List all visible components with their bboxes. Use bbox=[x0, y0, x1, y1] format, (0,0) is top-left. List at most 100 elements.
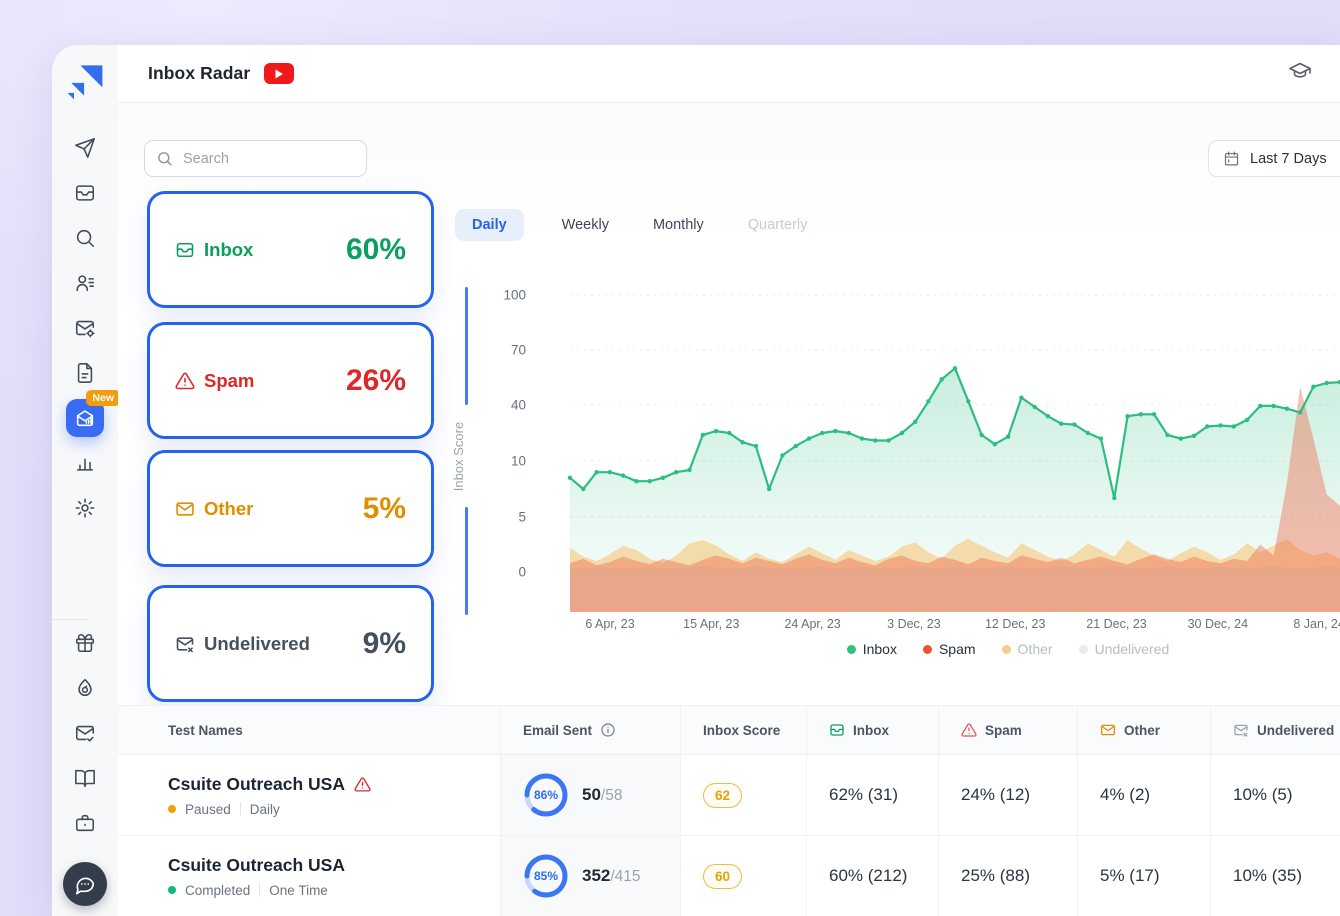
legend-dot bbox=[1079, 645, 1088, 654]
search-icon bbox=[74, 227, 96, 249]
svg-text:3 Dec, 23: 3 Dec, 23 bbox=[887, 617, 941, 631]
info-icon[interactable] bbox=[600, 722, 616, 738]
gift-icon bbox=[74, 632, 96, 654]
stat-card-value: 5% bbox=[363, 492, 406, 526]
sidebar-item-send[interactable] bbox=[52, 125, 118, 170]
svg-text:0: 0 bbox=[518, 565, 526, 580]
col-spam: Spam bbox=[938, 706, 1077, 754]
svg-text:6 Apr, 23: 6 Apr, 23 bbox=[585, 617, 634, 631]
search-input[interactable] bbox=[144, 140, 367, 177]
sidebar: New bbox=[52, 45, 118, 916]
col-email-sent: Email Sent bbox=[500, 706, 680, 754]
test-name-cell: Csuite Outreach USA CompletedOne Time bbox=[118, 836, 500, 916]
legend-spam[interactable]: Spam bbox=[923, 641, 976, 657]
page-title: Inbox Radar bbox=[148, 63, 250, 84]
test-name-cell: Csuite Outreach USA PausedDaily bbox=[118, 755, 500, 835]
legend-other[interactable]: Other bbox=[1002, 641, 1053, 657]
stat-card-spam[interactable]: Spam 26% bbox=[147, 322, 434, 439]
other-cell: 4% (2) bbox=[1077, 755, 1210, 835]
status-dot bbox=[168, 886, 176, 894]
main-area: Inbox Radar Last 7 Days Inbox 60% bbox=[118, 45, 1340, 916]
svg-text:10: 10 bbox=[511, 454, 526, 469]
col-undelivered: Undelivered bbox=[1210, 706, 1340, 754]
topbar: Inbox Radar bbox=[118, 45, 1340, 103]
inbox-icon bbox=[175, 240, 195, 260]
book-icon bbox=[74, 767, 96, 789]
inbox-radar-active-tile: New bbox=[66, 399, 104, 437]
document-icon bbox=[74, 362, 96, 384]
sent-count: 50 bbox=[582, 785, 601, 804]
progress-ring: 86% bbox=[523, 772, 569, 818]
email-sent-cell: 85% 352/415 bbox=[500, 836, 680, 916]
status-dot bbox=[168, 805, 176, 813]
inbox-cell: 60% (212) bbox=[806, 836, 938, 916]
sidebar-item-contacts[interactable] bbox=[52, 260, 118, 305]
test-name: Csuite Outreach USA bbox=[168, 774, 371, 795]
sent-total: /58 bbox=[601, 787, 623, 804]
briefcase-icon bbox=[74, 812, 96, 834]
mail-check-icon bbox=[74, 722, 96, 744]
academy-icon[interactable] bbox=[1288, 59, 1312, 88]
mail-x-icon bbox=[175, 634, 195, 654]
sidebar-item-knowledge-base[interactable] bbox=[52, 755, 118, 800]
sidebar-item-email-settings[interactable] bbox=[52, 305, 118, 350]
legend-undelivered[interactable]: Undelivered bbox=[1079, 641, 1170, 657]
send-icon bbox=[74, 137, 96, 159]
y-axis-line-bottom bbox=[465, 507, 468, 615]
new-badge: New bbox=[86, 390, 120, 406]
svg-text:30 Dec, 24: 30 Dec, 24 bbox=[1188, 617, 1249, 631]
youtube-badge[interactable] bbox=[264, 63, 294, 84]
bar-chart-icon bbox=[74, 452, 96, 474]
legend-dot bbox=[923, 645, 932, 654]
stat-card-undelivered[interactable]: Undelivered 9% bbox=[147, 585, 434, 702]
inbox-icon bbox=[74, 182, 96, 204]
sidebar-item-analytics[interactable] bbox=[52, 440, 118, 485]
svg-text:8 Jan, 24: 8 Jan, 24 bbox=[1293, 617, 1340, 631]
app-logo[interactable] bbox=[52, 45, 118, 103]
date-range-button[interactable]: Last 7 Days bbox=[1208, 140, 1340, 177]
stat-card-value: 9% bbox=[363, 627, 406, 661]
sidebar-item-deliverability[interactable] bbox=[52, 665, 118, 710]
warning-icon bbox=[354, 776, 371, 793]
tab-daily[interactable]: Daily bbox=[455, 209, 524, 241]
date-range-label: Last 7 Days bbox=[1250, 151, 1327, 167]
sidebar-item-gifts[interactable] bbox=[52, 620, 118, 665]
tab-monthly[interactable]: Monthly bbox=[647, 209, 710, 241]
legend-dot bbox=[847, 645, 856, 654]
stat-card-other[interactable]: Other 5% bbox=[147, 450, 434, 567]
play-icon bbox=[274, 69, 284, 79]
test-name: Csuite Outreach USA bbox=[168, 855, 345, 876]
y-axis-line-top bbox=[465, 287, 468, 405]
legend-inbox[interactable]: Inbox bbox=[847, 641, 897, 657]
tab-quarterly[interactable]: Quarterly bbox=[742, 209, 814, 241]
table-row[interactable]: Csuite Outreach USA PausedDaily 86% 50/5… bbox=[118, 755, 1340, 836]
page: { "header": { "title": "Inbox Radar" }, … bbox=[0, 0, 1340, 916]
inbox-score-cell: 62 bbox=[680, 755, 806, 835]
flame-icon bbox=[74, 677, 96, 699]
col-test-names: Test Names bbox=[118, 706, 500, 754]
sidebar-item-inbox-radar[interactable]: New bbox=[52, 395, 118, 440]
sidebar-item-toolbox[interactable] bbox=[52, 800, 118, 845]
mail-icon bbox=[175, 499, 195, 519]
svg-text:40: 40 bbox=[511, 398, 526, 413]
svg-text:5: 5 bbox=[518, 510, 526, 525]
sidebar-item-search[interactable] bbox=[52, 215, 118, 260]
sent-count: 352 bbox=[582, 866, 610, 885]
mail-x-icon bbox=[1233, 722, 1249, 738]
stat-card-inbox[interactable]: Inbox 60% bbox=[147, 191, 434, 308]
deliverability-chart[interactable]: 051040701006 Apr, 2315 Apr, 2324 Apr, 23… bbox=[480, 280, 1340, 640]
mail-icon bbox=[1100, 722, 1116, 738]
test-status: PausedDaily bbox=[168, 802, 280, 817]
sent-total: /415 bbox=[610, 868, 640, 885]
chat-icon bbox=[74, 873, 96, 895]
tab-weekly[interactable]: Weekly bbox=[556, 209, 615, 241]
sidebar-item-inbox[interactable] bbox=[52, 170, 118, 215]
sidebar-item-documents[interactable] bbox=[52, 350, 118, 395]
chat-widget-button[interactable] bbox=[63, 862, 107, 906]
col-inbox-score: Inbox Score bbox=[680, 706, 806, 754]
chart-period-tabs: Daily Weekly Monthly Quarterly bbox=[455, 209, 813, 241]
table-row[interactable]: Csuite Outreach USA CompletedOne Time 85… bbox=[118, 836, 1340, 916]
sidebar-nav: New bbox=[52, 125, 118, 845]
sidebar-item-settings[interactable] bbox=[52, 485, 118, 530]
sidebar-item-email-verify[interactable] bbox=[52, 710, 118, 755]
